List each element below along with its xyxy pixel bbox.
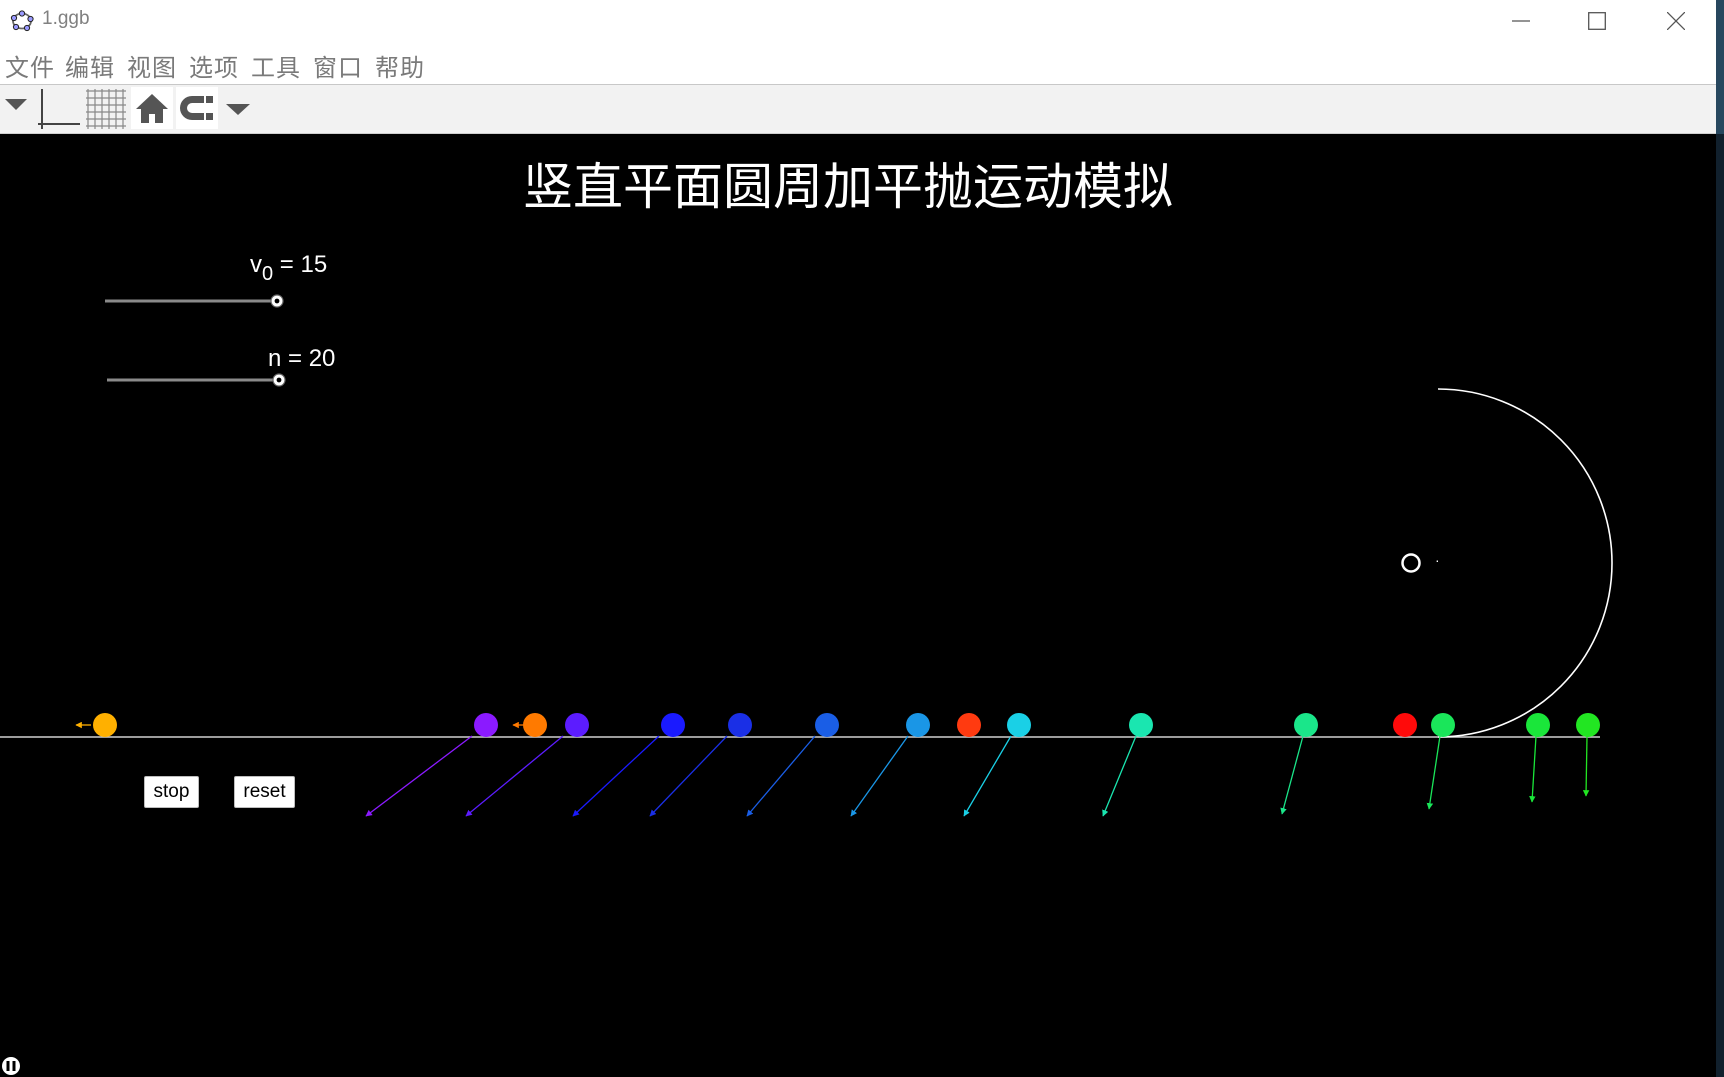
menu-tools[interactable]: 工具 xyxy=(251,48,301,83)
title-bar: 1.ggb xyxy=(0,0,1716,42)
graphics-canvas[interactable]: 竖直平面圆周加平抛运动模拟 v0 = 15 n = 20 · xyxy=(0,134,1716,1077)
ball[interactable] xyxy=(815,713,839,737)
menu-bar: 文件 编辑 视图 选项 工具 窗口 帮助 xyxy=(0,42,1716,85)
graphics-style-bar xyxy=(0,85,1716,134)
graphics-view[interactable]: 竖直平面圆周加平抛运动模拟 v0 = 15 n = 20 · stop rese… xyxy=(0,134,1716,1077)
velocity-vector xyxy=(1280,735,1304,815)
home-icon[interactable] xyxy=(131,87,173,129)
menu-edit[interactable]: 编辑 xyxy=(65,48,115,83)
close-icon xyxy=(1667,12,1685,30)
ball[interactable] xyxy=(1393,713,1417,737)
slider-n-thumb-dot xyxy=(276,377,282,383)
slider-v0-thumb-dot xyxy=(274,298,280,304)
ball[interactable] xyxy=(661,713,685,737)
menu-view[interactable]: 视图 xyxy=(127,48,177,83)
desktop-background-strip-dark xyxy=(1716,134,1724,1077)
center-point-o[interactable] xyxy=(1401,553,1421,573)
velocity-vector xyxy=(850,735,909,817)
slider-v0[interactable]: v0 = 15 xyxy=(105,251,327,308)
reset-button[interactable]: reset xyxy=(234,776,295,808)
ball[interactable] xyxy=(1526,713,1550,737)
velocity-vector xyxy=(365,735,473,817)
page-heading: 竖直平面圆周加平抛运动模拟 xyxy=(523,158,1173,216)
center-point-label: · xyxy=(1435,552,1440,568)
velocity-vector xyxy=(649,735,728,817)
grid-icon[interactable] xyxy=(84,87,128,129)
ball[interactable] xyxy=(906,713,930,737)
geogebra-app-icon xyxy=(10,10,34,32)
close-button[interactable] xyxy=(1638,0,1714,42)
velocity-vector xyxy=(572,735,660,817)
ball[interactable] xyxy=(957,713,981,737)
window-title: 1.ggb xyxy=(42,8,90,29)
minimize-button[interactable] xyxy=(1483,0,1559,42)
velocity-vector xyxy=(746,735,816,817)
velocity-vector xyxy=(1582,735,1590,797)
geogebra-window: 1.ggb 文件 编辑 视图 选项 工具 窗口 帮助 竖直平面圆周加平抛运动模拟… xyxy=(0,0,1716,1077)
ball[interactable] xyxy=(1576,713,1600,737)
slider-n-label: n = 20 xyxy=(268,345,335,372)
velocity-vector xyxy=(465,735,564,817)
ball[interactable] xyxy=(1294,713,1318,737)
velocity-vector xyxy=(1426,735,1441,810)
menu-options[interactable]: 选项 xyxy=(189,48,239,83)
ball[interactable] xyxy=(565,713,589,737)
ball[interactable] xyxy=(1129,713,1153,737)
minimize-icon xyxy=(1512,20,1530,22)
ball[interactable] xyxy=(523,713,547,737)
maximize-button[interactable] xyxy=(1559,0,1635,42)
velocity-vector xyxy=(963,735,1012,817)
ball[interactable] xyxy=(1431,713,1455,737)
ball[interactable] xyxy=(93,713,117,737)
pause-animation-icon[interactable] xyxy=(0,1055,22,1077)
stop-button[interactable]: stop xyxy=(144,776,199,808)
semicircle-track xyxy=(1437,388,1613,738)
ball[interactable] xyxy=(728,713,752,737)
point-capture-icon[interactable] xyxy=(176,87,218,129)
ball[interactable] xyxy=(1007,713,1031,737)
slider-n[interactable]: n = 20 xyxy=(107,345,335,387)
velocity-vector xyxy=(1529,735,1537,803)
velocity-vector xyxy=(1102,735,1137,817)
menu-window[interactable]: 窗口 xyxy=(313,48,363,83)
style-bar-toggle-icon[interactable] xyxy=(2,87,32,129)
maximize-icon xyxy=(1588,12,1606,30)
slider-v0-label: v0 = 15 xyxy=(250,251,327,285)
menu-file[interactable]: 文件 xyxy=(5,48,55,83)
dropdown-icon[interactable] xyxy=(222,87,254,129)
menu-help[interactable]: 帮助 xyxy=(375,48,425,83)
axes-icon[interactable] xyxy=(36,87,82,129)
ball[interactable] xyxy=(474,713,498,737)
